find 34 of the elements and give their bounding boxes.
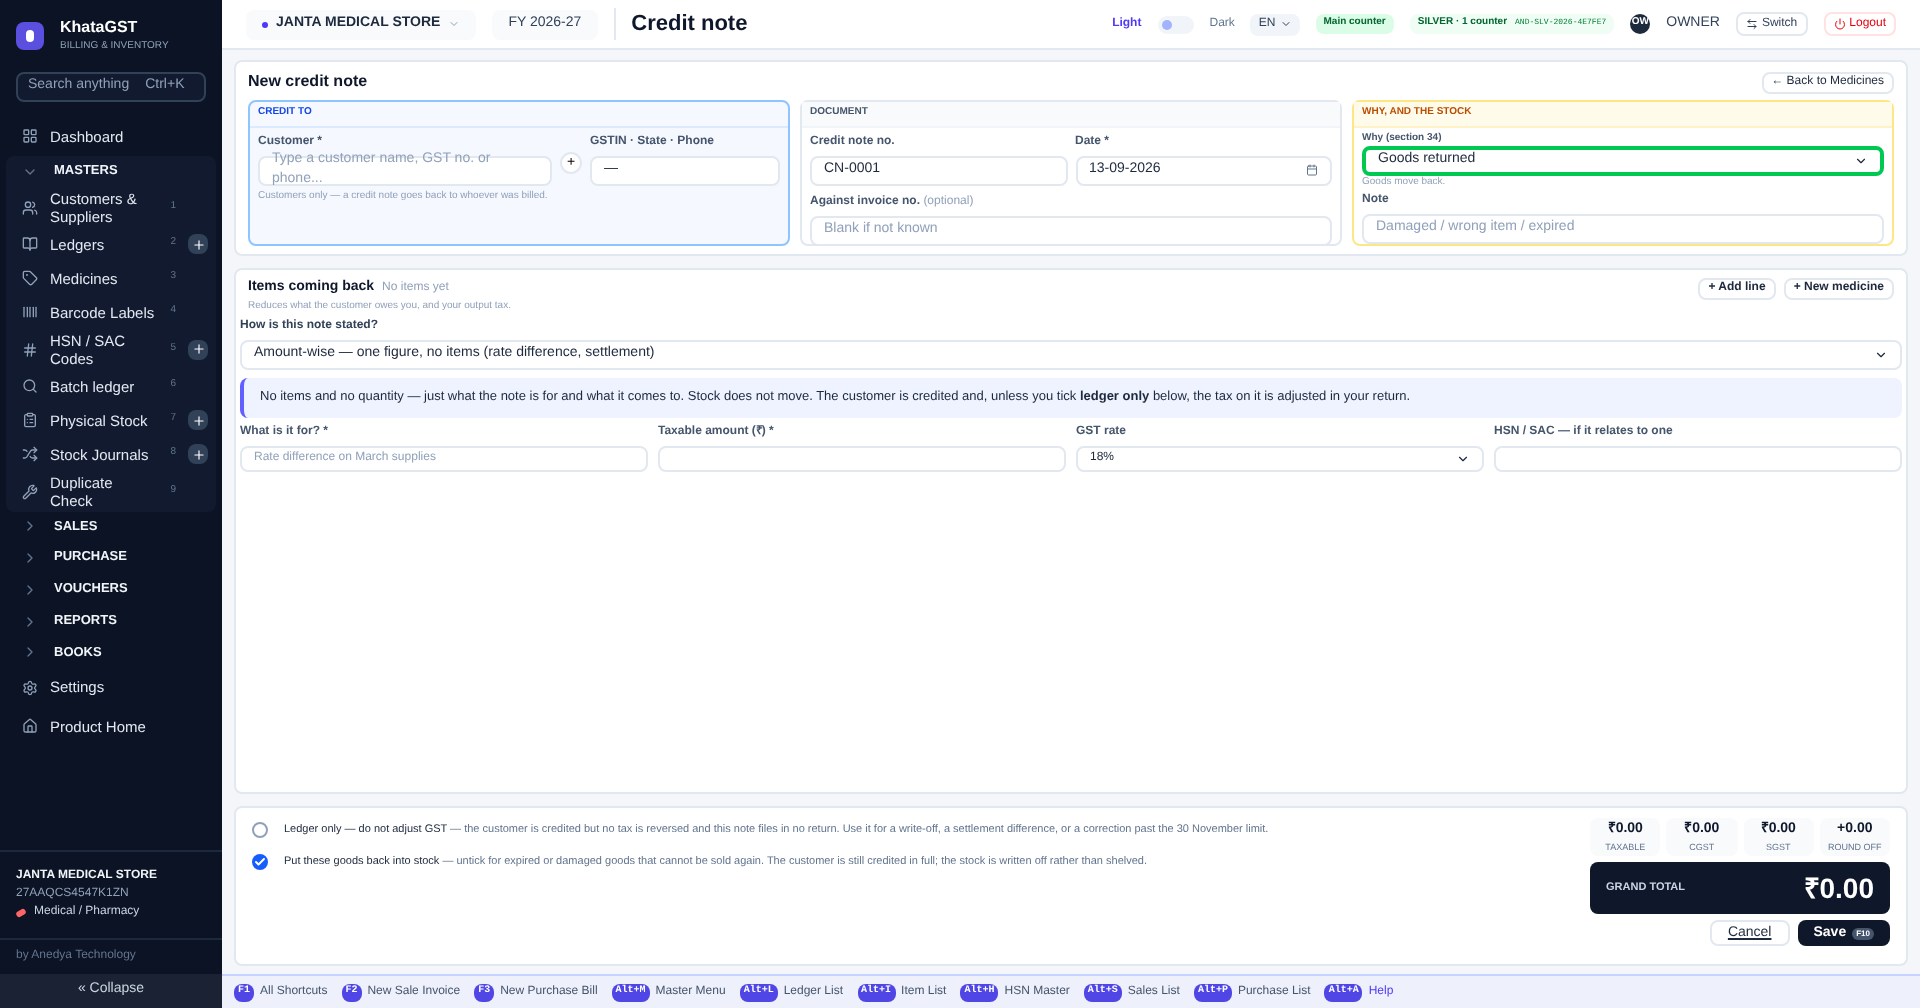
input-field[interactable]: [1494, 446, 1902, 472]
checkbox[interactable]: [252, 822, 268, 838]
power-icon: [1833, 18, 1846, 30]
nav-icon: [22, 236, 38, 252]
nav-icon: [22, 483, 38, 499]
nav-icon: [22, 679, 38, 696]
page-title: Credit note: [613, 7, 748, 41]
chevron-icon: [1279, 18, 1292, 30]
nav-icon: [22, 199, 38, 215]
nav-icon: [22, 341, 38, 357]
chevron-icon: [1854, 154, 1868, 168]
add-button[interactable]: [188, 444, 208, 464]
nav-icon: [22, 304, 38, 320]
checkbox[interactable]: [252, 854, 268, 870]
pill-icon: [15, 907, 27, 919]
add-button[interactable]: [188, 339, 208, 359]
nav-icon: [22, 718, 38, 735]
chevron-icon: [448, 18, 461, 30]
input-field[interactable]: [658, 446, 1066, 472]
nav-icon: [22, 378, 38, 394]
swap-icon: [1745, 18, 1758, 30]
brand-name: KhataGST: [60, 16, 140, 40]
theme-toggle[interactable]: [1157, 15, 1194, 33]
add-button[interactable]: [188, 410, 208, 430]
nav-icon: [22, 128, 38, 145]
logo-icon: [16, 21, 44, 50]
add-button[interactable]: [188, 234, 208, 254]
card-title: New credit note: [248, 70, 368, 94]
nav-icon: [22, 412, 38, 428]
chevron-icon: [1874, 348, 1888, 362]
nav-icon: [22, 446, 38, 462]
calendar-icon: [1306, 164, 1318, 176]
chevron-icon: [1456, 452, 1470, 466]
nav-icon: [22, 270, 38, 286]
